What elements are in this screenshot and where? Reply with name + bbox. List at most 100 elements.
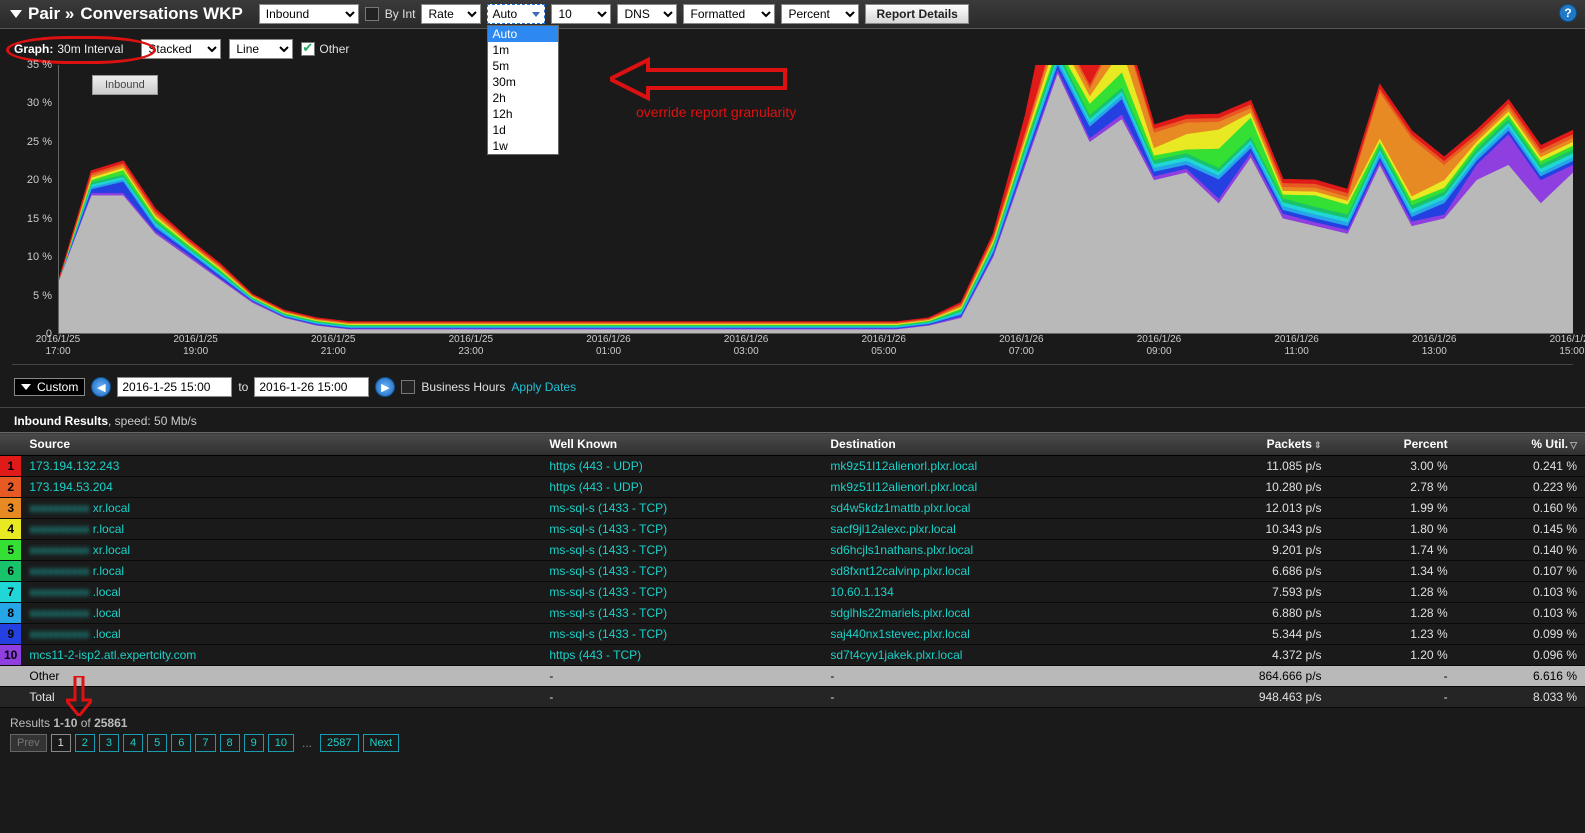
apply-dates-link[interactable]: Apply Dates [511,380,576,394]
pager-page[interactable]: 4 [123,734,143,752]
granularity-option[interactable]: 12h [488,106,558,122]
granularity-option[interactable]: Auto [488,26,558,42]
table-row[interactable]: 9xxxxxxxxxx .localms-sql-s (1433 - TCP)s… [0,624,1585,645]
granularity-select[interactable]: Auto Auto1m5m30m2h12h1d1w [487,4,545,24]
cell-source[interactable]: 173.194.132.243 [21,456,541,477]
cell-destination[interactable]: saj440nx1stevec.plxr.local [822,624,1164,645]
cell-source[interactable]: xxxxxxxxxx xr.local [21,540,541,561]
pager-next[interactable]: Next [363,734,400,752]
date-to-input[interactable] [254,377,369,397]
pagination-controls: Prev12345678910...2587Next [10,734,1575,752]
col-color[interactable] [0,433,21,456]
table-row[interactable]: 10mcs11-2-isp2.atl.expertcity.comhttps (… [0,645,1585,666]
direction-select[interactable]: Inbound [259,4,359,24]
granularity-option[interactable]: 1w [488,138,558,154]
pager-page[interactable]: 9 [244,734,264,752]
cell-well-known[interactable]: ms-sql-s (1433 - TCP) [541,582,822,603]
pager-last[interactable]: 2587 [320,734,358,752]
granularity-option[interactable]: 30m [488,74,558,90]
table-row-other[interactable]: Other--864.666 p/s-6.616 % [0,666,1585,687]
cell-well-known[interactable]: ms-sql-s (1433 - TCP) [541,519,822,540]
stack-mode-select[interactable]: Stacked [141,39,221,59]
date-range-mode-select[interactable]: Custom [14,378,85,396]
report-details-button[interactable]: Report Details [865,4,968,24]
col-packets[interactable]: Packets⇕ [1164,433,1329,456]
cell-destination[interactable]: sd4w5kdz1mattb.plxr.local [822,498,1164,519]
chevron-down-icon [532,12,540,17]
cell-util: 0.096 % [1456,645,1585,666]
other-checkbox[interactable] [301,42,315,56]
pager-page[interactable]: 8 [220,734,240,752]
cell-source[interactable]: xxxxxxxxxx r.local [21,561,541,582]
granularity-dropdown[interactable]: Auto1m5m30m2h12h1d1w [487,25,559,155]
cell-source[interactable]: xxxxxxxxxx .local [21,582,541,603]
table-row[interactable]: 6xxxxxxxxxx r.localms-sql-s (1433 - TCP)… [0,561,1585,582]
date-from-input[interactable] [117,377,232,397]
count-select[interactable]: 10 [551,4,611,24]
help-icon[interactable]: ? [1559,4,1577,22]
table-header-row: Source Well Known Destination Packets⇕ P… [0,433,1585,456]
cell-destination[interactable]: 10.60.1.134 [822,582,1164,603]
pager-page[interactable]: 6 [171,734,191,752]
col-util[interactable]: % Util.▽ [1456,433,1585,456]
pager-page[interactable]: 10 [268,734,294,752]
table-row[interactable]: 4xxxxxxxxxx r.localms-sql-s (1433 - TCP)… [0,519,1585,540]
table-row[interactable]: 5xxxxxxxxxx xr.localms-sql-s (1433 - TCP… [0,540,1585,561]
chart-style-select[interactable]: Line [229,39,293,59]
format-select[interactable]: Formatted [683,4,775,24]
col-percent[interactable]: Percent [1330,433,1456,456]
pager-page[interactable]: 3 [99,734,119,752]
date-next-button[interactable]: ▶ [375,377,395,397]
pager-page[interactable]: 2 [75,734,95,752]
pager-page[interactable]: 7 [195,734,215,752]
cell-source[interactable]: xxxxxxxxxx xr.local [21,498,541,519]
granularity-option[interactable]: 2h [488,90,558,106]
cell-destination[interactable]: mk9z51l12alienorl.plxr.local [822,477,1164,498]
cell-destination[interactable]: sd8fxnt12calvinp.plxr.local [822,561,1164,582]
table-row[interactable]: 1173.194.132.243https (443 - UDP)mk9z51l… [0,456,1585,477]
col-well-known[interactable]: Well Known [541,433,822,456]
cell-source[interactable]: mcs11-2-isp2.atl.expertcity.com [21,645,541,666]
cell-well-known[interactable]: https (443 - TCP) [541,645,822,666]
row-index: 1 [0,456,21,477]
cell-well-known[interactable]: https (443 - UDP) [541,477,822,498]
table-row[interactable]: 7xxxxxxxxxx .localms-sql-s (1433 - TCP)1… [0,582,1585,603]
business-hours-checkbox[interactable] [401,380,415,394]
cell-well-known[interactable]: https (443 - UDP) [541,456,822,477]
rate-select[interactable]: Rate [421,4,481,24]
cell-destination[interactable]: sd7t4cyv1jakek.plxr.local [822,645,1164,666]
table-row[interactable]: 3xxxxxxxxxx xr.localms-sql-s (1433 - TCP… [0,498,1585,519]
row-index: 2 [0,477,21,498]
y-tick-label: 25 % [12,136,52,148]
cell-destination[interactable]: sacf9jl12alexc.plxr.local [822,519,1164,540]
cell-source[interactable]: 173.194.53.204 [21,477,541,498]
date-prev-button[interactable]: ◀ [91,377,111,397]
table-row[interactable]: 8xxxxxxxxxx .localms-sql-s (1433 - TCP)s… [0,603,1585,624]
table-row[interactable]: 2173.194.53.204https (443 - UDP)mk9z51l1… [0,477,1585,498]
cell-destination[interactable]: sdglhls22mariels.plxr.local [822,603,1164,624]
cell-util: 0.103 % [1456,582,1585,603]
chart-plot[interactable] [58,65,1573,334]
col-destination[interactable]: Destination [822,433,1164,456]
dns-select[interactable]: DNS [617,4,677,24]
cell-source[interactable]: xxxxxxxxxx .local [21,603,541,624]
granularity-option[interactable]: 1m [488,42,558,58]
cell-source[interactable]: xxxxxxxxxx .local [21,624,541,645]
cell-well-known[interactable]: ms-sql-s (1433 - TCP) [541,624,822,645]
unit-select[interactable]: Percent [781,4,859,24]
col-source[interactable]: Source [21,433,541,456]
by-int-checkbox[interactable] [365,7,379,21]
granularity-option[interactable]: 1d [488,122,558,138]
granularity-option[interactable]: 5m [488,58,558,74]
cell-well-known[interactable]: ms-sql-s (1433 - TCP) [541,561,822,582]
pager-page[interactable]: 1 [51,734,71,752]
pager-page[interactable]: 5 [147,734,167,752]
cell-destination[interactable]: mk9z51l12alienorl.plxr.local [822,456,1164,477]
cell-source[interactable]: xxxxxxxxxx r.local [21,519,541,540]
x-tick-label: 2016/1/2611:00 [1297,334,1298,364]
cell-destination[interactable]: sd6hcjls1nathans.plxr.local [822,540,1164,561]
cell-well-known[interactable]: ms-sql-s (1433 - TCP) [541,540,822,561]
collapse-icon[interactable] [10,10,22,18]
cell-well-known[interactable]: ms-sql-s (1433 - TCP) [541,498,822,519]
cell-well-known[interactable]: ms-sql-s (1433 - TCP) [541,603,822,624]
